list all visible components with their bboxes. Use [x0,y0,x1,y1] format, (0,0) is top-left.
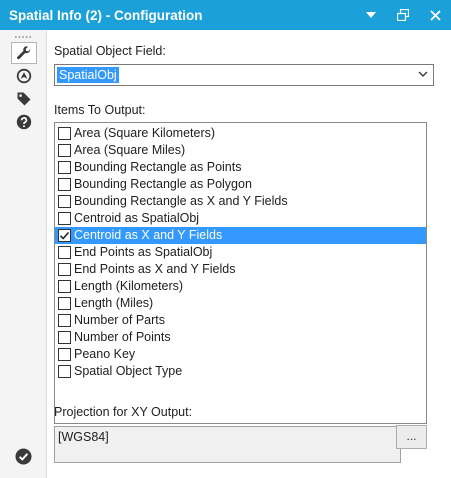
title-bar: Spatial Info (2) - Configuration [0,0,451,30]
list-item[interactable]: Centroid as SpatialObj [55,210,426,227]
help-icon [16,114,32,130]
projection-value: [WGS84] [58,430,109,444]
help-tool-button[interactable] [11,111,37,133]
list-item[interactable]: Number of Parts [55,312,426,329]
list-item-label: Length (Kilometers) [74,279,184,293]
list-item[interactable]: End Points as SpatialObj [55,244,426,261]
chevron-down-icon [366,11,376,18]
checkbox[interactable] [58,212,71,225]
items-to-output-label: Items To Output: [54,103,146,117]
spatial-field-dropdown[interactable]: SpatialObj [54,64,434,86]
list-item[interactable]: Area (Square Miles) [55,142,426,159]
toolbar-grip[interactable] [14,36,32,38]
list-item-label: Spatial Object Type [74,364,183,378]
list-item-label: Bounding Rectangle as Points [74,160,242,174]
restore-icon [397,9,409,21]
projection-field[interactable]: [WGS84] [54,426,401,463]
checkbox[interactable] [58,365,71,378]
tag-icon [17,92,31,106]
list-item-label: Bounding Rectangle as X and Y Fields [74,194,288,208]
checkmark-circle-icon [15,448,32,465]
projection-label: Projection for XY Output: [54,405,193,419]
list-item-label: Number of Points [74,330,171,344]
checkbox[interactable] [58,297,71,310]
checkbox[interactable] [58,127,71,140]
spatial-field-label: Spatial Object Field: [54,44,166,58]
collapse-button[interactable] [355,0,387,30]
checkbox[interactable] [58,229,71,242]
spatial-field-value: SpatialObj [57,67,119,83]
list-item-label: Number of Parts [74,313,166,327]
wrench-icon [17,46,31,60]
list-item[interactable]: Centroid as X and Y Fields [55,227,426,244]
configuration-panel: Spatial Object Field: SpatialObj Items T… [48,30,451,478]
checkbox[interactable] [58,144,71,157]
list-item[interactable]: Number of Points [55,329,426,346]
checkbox[interactable] [58,348,71,361]
list-item-label: Peano Key [74,347,136,361]
list-item-label: Area (Square Miles) [74,143,186,157]
list-item-label: Centroid as X and Y Fields [74,228,223,242]
list-item-label: Centroid as SpatialObj [74,211,200,225]
checkbox[interactable] [58,195,71,208]
list-item-label: Bounding Rectangle as Polygon [74,177,252,191]
configuration-tool-button[interactable] [11,42,37,64]
checkbox[interactable] [58,331,71,344]
chevron-down-icon [418,71,428,77]
checkbox[interactable] [58,314,71,327]
side-toolbar [0,30,47,478]
list-item-label: Area (Square Kilometers) [74,126,216,140]
list-item[interactable]: Bounding Rectangle as Points [55,159,426,176]
projection-browse-button[interactable]: ... [396,425,427,449]
list-item-label: End Points as X and Y Fields [74,262,236,276]
list-item[interactable]: Length (Kilometers) [55,278,426,295]
list-item-label: End Points as SpatialObj [74,245,213,259]
close-button[interactable] [419,0,451,30]
tag-tool-button[interactable] [11,88,37,110]
checkbox[interactable] [58,263,71,276]
checkbox[interactable] [58,280,71,293]
restore-button[interactable] [387,0,419,30]
list-item[interactable]: Bounding Rectangle as X and Y Fields [55,193,426,210]
checkbox[interactable] [58,246,71,259]
checkbox[interactable] [58,161,71,174]
items-to-output-list[interactable]: Area (Square Kilometers) Area (Square Mil… [54,122,427,424]
checkbox[interactable] [58,178,71,191]
list-item[interactable]: Length (Miles) [55,295,426,312]
list-item[interactable]: End Points as X and Y Fields [55,261,426,278]
annotation-tool-button[interactable] [11,65,37,87]
list-item[interactable]: Spatial Object Type [55,363,426,380]
window-title: Spatial Info (2) - Configuration [9,7,203,23]
list-item-label: Length (Miles) [74,296,154,310]
list-item[interactable]: Peano Key [55,346,426,363]
checkmark-icon [59,232,70,240]
list-item[interactable]: Area (Square Kilometers) [55,125,426,142]
target-icon [16,68,32,84]
close-icon [429,9,441,21]
list-item[interactable]: Bounding Rectangle as Polygon [55,176,426,193]
apply-button[interactable] [15,448,32,468]
